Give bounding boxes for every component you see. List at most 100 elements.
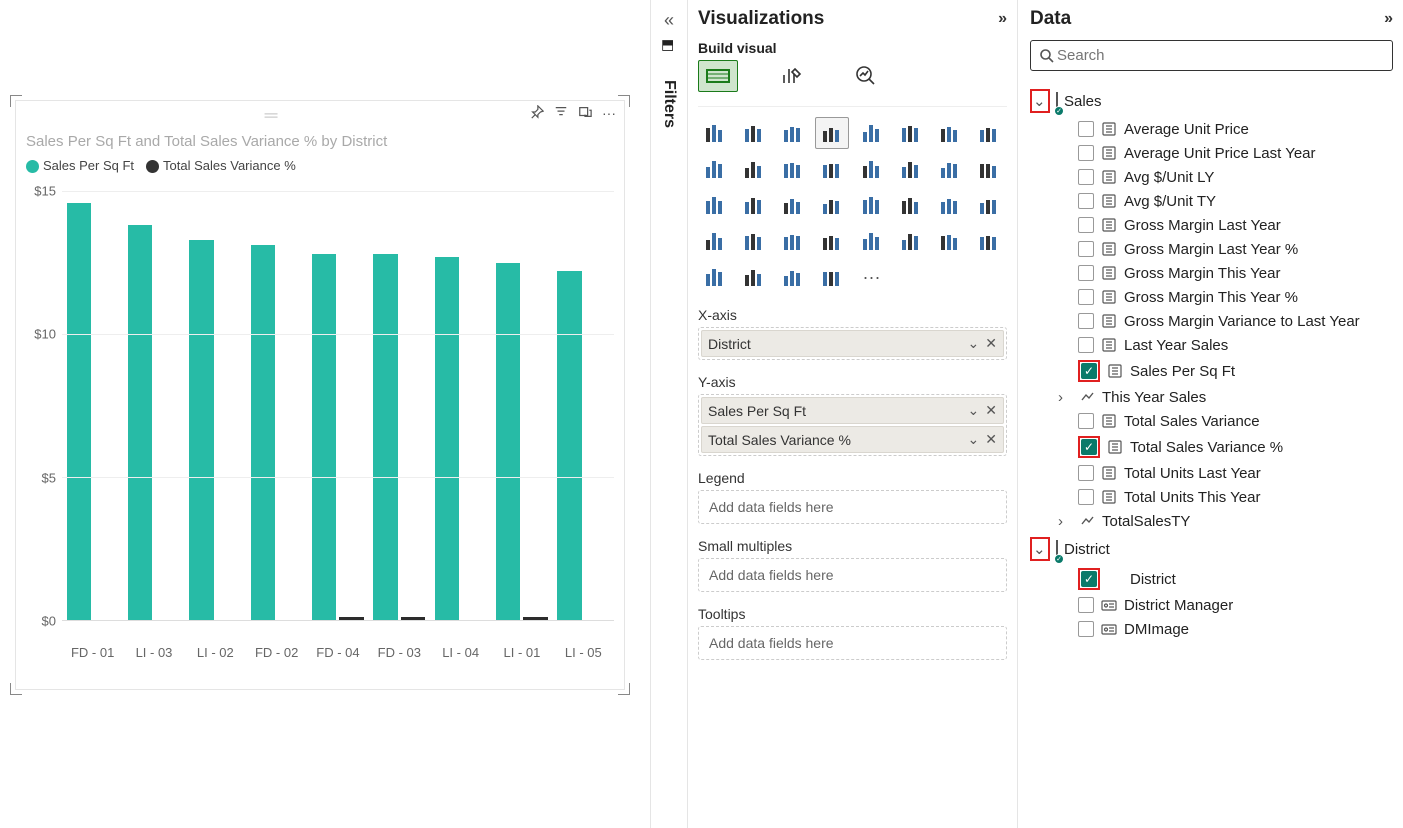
viz-type-scatter[interactable] <box>933 153 967 185</box>
chevron-down-icon[interactable]: ⌄ <box>968 335 980 352</box>
field-checkbox[interactable] <box>1078 121 1094 137</box>
bar-group[interactable] <box>369 191 430 620</box>
field-checkbox[interactable] <box>1078 413 1094 429</box>
viz-type-waterfall[interactable] <box>855 153 889 185</box>
viz-type-r[interactable] <box>855 225 889 257</box>
field-item[interactable]: ›TotalSalesTY <box>1030 509 1393 533</box>
viz-type-multi-card[interactable] <box>698 225 732 257</box>
viz-type-area[interactable] <box>972 117 1006 149</box>
x-axis-chip[interactable]: District⌄✕ <box>701 330 1004 357</box>
bar[interactable] <box>312 254 336 620</box>
field-checkbox[interactable]: ✓ <box>1081 363 1097 379</box>
field-checkbox[interactable]: ✓ <box>1081 439 1097 455</box>
field-item[interactable]: ✓Total Sales Variance % <box>1030 433 1393 461</box>
y-axis-chip-1[interactable]: Sales Per Sq Ft⌄✕ <box>701 397 1004 424</box>
field-item[interactable]: Gross Margin This Year % <box>1030 285 1393 309</box>
bar[interactable] <box>189 240 213 620</box>
field-checkbox[interactable] <box>1078 313 1094 329</box>
bar[interactable] <box>128 225 152 620</box>
chart-visual[interactable]: ═ ··· Sales Per Sq Ft and Total Sales Va… <box>15 100 625 690</box>
search-box[interactable] <box>1030 40 1393 71</box>
field-item[interactable]: ✓Sales Per Sq Ft <box>1030 357 1393 385</box>
viz-type-key-influencers[interactable] <box>698 261 732 293</box>
field-checkbox[interactable] <box>1078 337 1094 353</box>
field-item[interactable]: Total Units This Year <box>1030 485 1393 509</box>
viz-type-gauge[interactable] <box>894 189 928 221</box>
bar-group[interactable] <box>185 191 246 620</box>
bar-group[interactable] <box>430 191 491 620</box>
viz-type-clustered-column-2[interactable] <box>815 117 849 149</box>
viz-type-kpi[interactable] <box>972 189 1006 221</box>
table-district[interactable]: ⌄✓District <box>1030 533 1393 565</box>
viz-type-stacked-bar-h[interactable] <box>776 117 810 149</box>
field-checkbox[interactable] <box>1078 169 1094 185</box>
viz-type-pie[interactable] <box>972 153 1006 185</box>
resize-handle-tr[interactable] <box>618 95 630 107</box>
viz-type-line[interactable] <box>933 117 967 149</box>
field-item[interactable]: Gross Margin This Year <box>1030 261 1393 285</box>
chevron-down-icon[interactable]: ⌄ <box>1033 540 1047 558</box>
filter-icon[interactable] <box>554 105 568 123</box>
field-checkbox[interactable] <box>1078 465 1094 481</box>
field-item[interactable]: Average Unit Price <box>1030 117 1393 141</box>
field-checkbox[interactable] <box>1078 193 1094 209</box>
y-axis-chip-2[interactable]: Total Sales Variance %⌄✕ <box>701 426 1004 453</box>
chevron-right-icon[interactable]: › <box>1058 513 1072 530</box>
expand-arrow-highlight[interactable]: ⌄ <box>1030 537 1050 561</box>
remove-chip-icon[interactable]: ✕ <box>985 335 997 352</box>
viz-type-azure-map[interactable] <box>855 189 889 221</box>
field-checkbox[interactable] <box>1078 597 1094 613</box>
viz-type-table[interactable] <box>776 225 810 257</box>
viz-type-ribbon[interactable] <box>815 153 849 185</box>
remove-chip-icon[interactable]: ✕ <box>985 431 997 448</box>
viz-type-combo2[interactable] <box>776 153 810 185</box>
viz-type-filled-map[interactable] <box>815 189 849 221</box>
bar[interactable] <box>435 257 459 620</box>
remove-chip-icon[interactable]: ✕ <box>985 402 997 419</box>
tooltips-dropzone[interactable]: Add data fields here <box>698 626 1007 660</box>
bar[interactable] <box>339 617 363 620</box>
field-checkbox[interactable] <box>1078 289 1094 305</box>
viz-type-funnel[interactable] <box>894 153 928 185</box>
viz-type-combo1[interactable] <box>737 153 771 185</box>
bar-group[interactable] <box>62 191 123 620</box>
bar[interactable] <box>251 245 275 620</box>
field-checkbox[interactable] <box>1078 265 1094 281</box>
field-checkbox[interactable] <box>1078 145 1094 161</box>
viz-type-py[interactable] <box>972 225 1006 257</box>
legend-dropzone[interactable]: Add data fields here <box>698 490 1007 524</box>
field-item[interactable]: ›This Year Sales <box>1030 385 1393 409</box>
viz-type-clustered-column[interactable] <box>737 117 771 149</box>
analytics-tab[interactable] <box>846 60 886 92</box>
viz-type-more[interactable]: ··· <box>855 261 889 293</box>
viz-type-hundred-bar[interactable] <box>855 117 889 149</box>
field-checkbox[interactable] <box>1078 217 1094 233</box>
bar[interactable] <box>523 617 547 620</box>
table-sales[interactable]: ⌄✓Sales <box>1030 85 1393 117</box>
focus-mode-icon[interactable] <box>578 105 592 123</box>
viz-type-stacked-bar[interactable] <box>698 117 732 149</box>
search-input[interactable] <box>1055 46 1384 65</box>
bar[interactable] <box>67 203 91 621</box>
chevron-down-icon[interactable]: ⌄ <box>968 402 980 419</box>
x-axis-dropzone[interactable]: District⌄✕ <box>698 327 1007 360</box>
viz-type-line-stacked[interactable] <box>698 153 732 185</box>
bar-group[interactable] <box>123 191 184 620</box>
bar[interactable] <box>373 254 397 620</box>
more-options-icon[interactable]: ··· <box>602 105 616 123</box>
viz-type-decomposition[interactable] <box>894 225 928 257</box>
viz-type-treemap[interactable] <box>737 189 771 221</box>
field-checkbox[interactable]: ✓ <box>1081 571 1097 587</box>
viz-type-paginated[interactable] <box>737 261 771 293</box>
field-item[interactable]: Gross Margin Last Year % <box>1030 237 1393 261</box>
chevron-down-icon[interactable]: ⌄ <box>1033 92 1047 110</box>
field-item[interactable]: ✓District <box>1030 565 1393 593</box>
resize-handle-tl[interactable] <box>10 95 22 107</box>
field-item[interactable]: Gross Margin Last Year <box>1030 213 1393 237</box>
viz-type-power-apps[interactable] <box>776 261 810 293</box>
viz-type-slicer[interactable] <box>737 225 771 257</box>
field-item[interactable]: District Manager <box>1030 593 1393 617</box>
viz-type-qna[interactable] <box>933 225 967 257</box>
bar-group[interactable] <box>491 191 552 620</box>
collapse-data-pane-icon[interactable]: » <box>1384 10 1393 28</box>
